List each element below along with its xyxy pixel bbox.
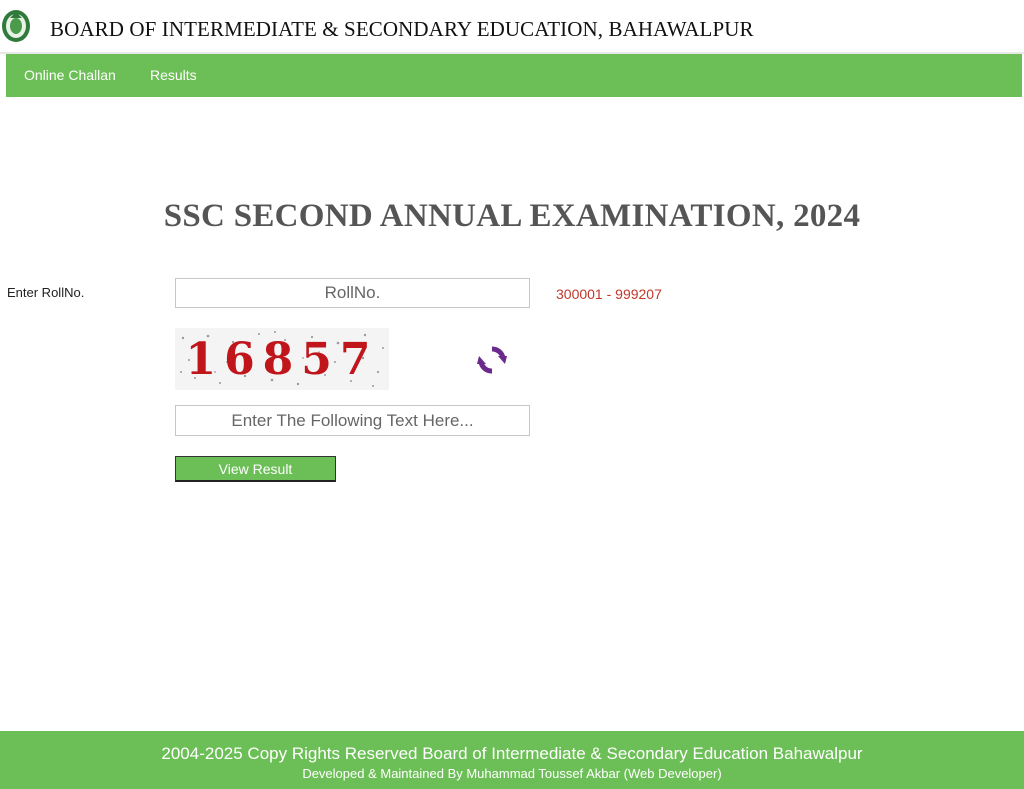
rollno-input[interactable] [175,278,530,308]
rollno-range-hint: 300001 - 999207 [556,286,662,302]
nav-results[interactable]: Results [150,67,197,83]
refresh-icon[interactable] [474,342,510,378]
board-title: BOARD OF INTERMEDIATE & SECONDARY EDUCAT… [50,17,754,41]
site-header: BOARD OF INTERMEDIATE & SECONDARY EDUCAT… [0,0,1024,54]
view-result-button[interactable]: View Result [175,456,336,482]
captcha-text: 16857 [185,333,379,385]
nav-online-challan[interactable]: Online Challan [24,67,116,83]
footer-copyright: 2004-2025 Copy Rights Reserved Board of … [161,744,863,763]
main-nav: Online Challan Results [6,54,1022,97]
captcha-input[interactable] [175,405,530,436]
captcha-image: 16857 [175,328,389,390]
site-footer: 2004-2025 Copy Rights Reserved Board of … [0,731,1024,789]
page-title: SSC SECOND ANNUAL EXAMINATION, 2024 [163,198,861,234]
board-seal-icon [0,8,32,44]
rollno-label: Enter RollNo. [7,285,85,300]
footer-developer: Developed & Maintained By Muhammad Touss… [302,766,722,781]
